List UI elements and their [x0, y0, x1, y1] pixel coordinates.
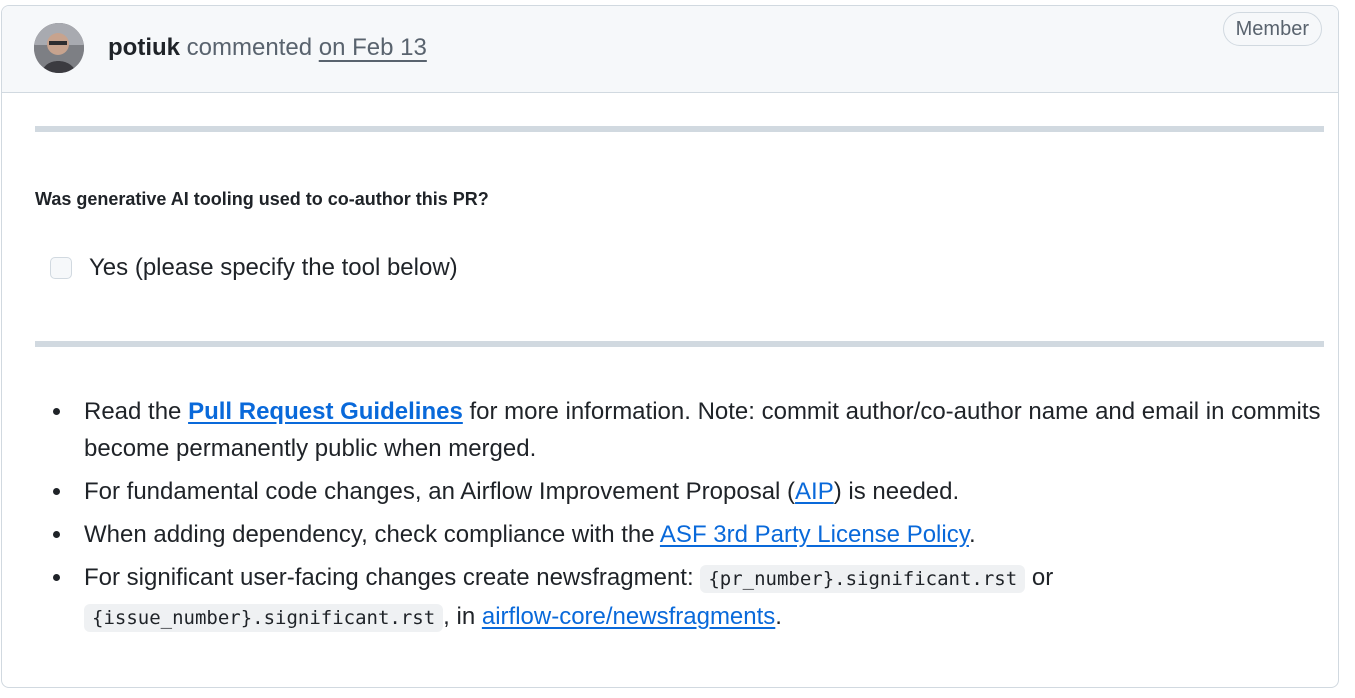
comment-card: potiuk commented on Feb 13 Member Was ge… [1, 5, 1339, 688]
list-text: . [775, 603, 782, 630]
member-badge: Member [1222, 12, 1322, 46]
code-pr-number: {pr_number}.significant.rst [700, 565, 1026, 593]
list-text: When adding dependency, check compliance… [84, 521, 660, 548]
aip-link[interactable]: AIP [795, 478, 834, 505]
author-link[interactable]: potiuk [108, 34, 180, 61]
divider [35, 341, 1324, 347]
list-text: For fundamental code changes, an Airflow… [84, 478, 796, 505]
list-item: For significant user-facing changes crea… [53, 559, 1338, 637]
checkbox-label: Yes (please specify the tool below) [89, 254, 458, 281]
list-text: . [968, 521, 976, 548]
list-item: When adding dependency, check compliance… [53, 516, 1338, 553]
list-item: Read the Pull Request Guidelines for mor… [53, 393, 1338, 467]
comment-action: commented [186, 34, 313, 61]
comment-date-link[interactable]: on Feb 13 [319, 34, 427, 61]
list-text: Read the [84, 398, 189, 425]
yes-checkbox[interactable] [50, 257, 72, 279]
task-list-item: Yes (please specify the tool below) [50, 253, 458, 283]
comment-header-text: potiuk commented on Feb 13 [108, 34, 427, 62]
list-item: For fundamental code changes, an Airflow… [53, 473, 1338, 510]
list-text: or [1025, 564, 1054, 591]
divider [35, 126, 1324, 132]
list-text: For significant user-facing changes crea… [84, 564, 701, 591]
avatar-image [34, 23, 84, 73]
guidelines-list: Read the Pull Request Guidelines for mor… [50, 393, 1338, 643]
pull-request-guidelines-link[interactable]: Pull Request Guidelines [188, 398, 463, 425]
list-text: , in [443, 603, 482, 630]
list-text: ) is needed. [833, 478, 960, 505]
ai-question-heading: Was generative AI tooling used to co-aut… [35, 189, 489, 209]
newsfragments-link[interactable]: airflow-core/newsfragments [482, 603, 775, 630]
comment-header: potiuk commented on Feb 13 Member [2, 6, 1338, 93]
avatar[interactable] [34, 23, 84, 73]
code-issue-number: {issue_number}.significant.rst [84, 604, 444, 632]
asf-license-policy-link[interactable]: ASF 3rd Party License Policy [660, 521, 969, 548]
